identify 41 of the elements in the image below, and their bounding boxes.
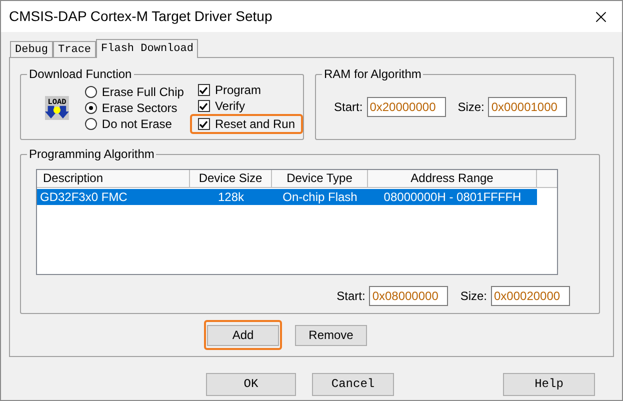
- list-cell-text: On-chip Flash: [282, 189, 358, 205]
- start-field[interactable]: 0x08000000: [369, 286, 448, 306]
- list-row[interactable]: GD32F3x0 FMC 128k On-chip Flash 08000000H - 0801FFFFH: [37, 189, 537, 205]
- radio-button[interactable]: [84, 118, 97, 130]
- list-cell-text: GD32F3x0 FMC: [39, 189, 128, 205]
- button[interactable]: Cancel: [312, 372, 394, 396]
- column-header[interactable]: Description: [37, 170, 190, 188]
- radio-label: Erase Sectors: [102, 100, 178, 117]
- field-label: Start:: [336, 288, 366, 305]
- group-title: RAM for Algorithm: [322, 67, 424, 81]
- list-cell-text: 128k: [216, 189, 246, 205]
- radio-button[interactable]: [84, 102, 97, 114]
- group-title: Programming Algorithm: [27, 147, 156, 161]
- checkbox[interactable]: [198, 84, 210, 96]
- radio-label: Do not Erase: [102, 116, 172, 133]
- checkbox-label: Verify: [214, 98, 245, 115]
- tab[interactable]: Flash Download: [96, 39, 198, 58]
- size-field[interactable]: 0x00020000: [491, 286, 570, 306]
- field-label: Size:: [458, 99, 484, 116]
- button[interactable]: Remove: [295, 324, 367, 346]
- column-header[interactable]: Device Type: [272, 170, 368, 188]
- checkbox[interactable]: [198, 100, 210, 112]
- start-field[interactable]: 0x20000000: [366, 97, 446, 117]
- radio-button[interactable]: [84, 86, 97, 98]
- field-label: Size:: [460, 288, 487, 305]
- group-title: Download Function: [27, 67, 134, 81]
- tab[interactable]: Trace: [53, 41, 96, 57]
- list-cell-text: 08000000H - 0801FFFFH: [382, 189, 522, 205]
- checkbox-label: Reset and Run: [214, 116, 295, 133]
- column-header[interactable]: Device Size: [190, 170, 272, 188]
- button[interactable]: Add: [207, 324, 279, 346]
- checkbox[interactable]: [198, 118, 210, 130]
- size-field[interactable]: 0x00001000: [488, 97, 568, 117]
- radio-label: Erase Full Chip: [102, 84, 184, 101]
- window-title: CMSIS-DAP Cortex-M Target Driver Setup: [9, 7, 272, 26]
- field-label: Start:: [334, 99, 363, 116]
- tab[interactable]: Debug: [10, 41, 54, 57]
- button[interactable]: Help: [503, 372, 595, 396]
- checkbox-label: Program: [214, 82, 261, 99]
- column-header[interactable]: Address Range: [368, 170, 537, 188]
- button[interactable]: OK: [206, 372, 296, 396]
